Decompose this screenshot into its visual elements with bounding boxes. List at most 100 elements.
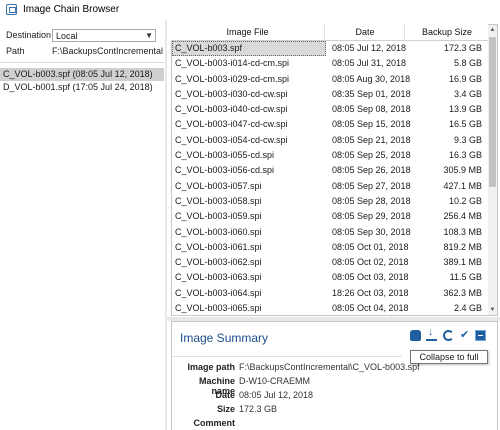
vertical-splitter[interactable] bbox=[165, 20, 167, 430]
field-value: D-W10-CRAEMM bbox=[239, 376, 310, 386]
table-header: Image File Date Backup Size bbox=[171, 24, 488, 41]
column-header-image-file[interactable]: Image File bbox=[171, 24, 324, 40]
cell-backup-size: 16.5 GB bbox=[448, 119, 482, 130]
cell-image-file: C_VOL-b003-i029-cd-cm.spi bbox=[175, 73, 290, 84]
cell-date: 08:05 Sep 21, 2018 bbox=[332, 134, 411, 145]
table-row[interactable]: C_VOL-b003-i040-cd-cw.spi 08:05 Sep 08, 2… bbox=[172, 102, 488, 117]
field-value: F:\BackupsContIncremental\C_VOL-b003.spf bbox=[239, 362, 420, 372]
cell-date: 08:05 Sep 26, 2018 bbox=[332, 165, 411, 176]
cell-date: 08:05 Oct 04, 2018 bbox=[332, 303, 409, 314]
download-icon[interactable] bbox=[426, 327, 437, 341]
database-icon[interactable] bbox=[410, 330, 421, 341]
tooltip: Collapse to full bbox=[410, 350, 488, 364]
cell-image-file: C_VOL-b003-i063.spi bbox=[175, 272, 262, 283]
field-label: Date bbox=[215, 390, 235, 400]
cell-image-file: C_VOL-b003-i058.spi bbox=[175, 195, 262, 206]
table-row[interactable]: C_VOL-b003-i063.spi 08:05 Oct 03, 2018 11.… bbox=[172, 270, 488, 285]
table-row[interactable]: C_VOL-b003-i058.spi 08:05 Sep 28, 2018 10.… bbox=[172, 194, 488, 209]
cell-date: 08:05 Oct 02, 2018 bbox=[332, 257, 409, 268]
cell-image-file: C_VOL-b003-i065.spi bbox=[175, 303, 262, 314]
divider bbox=[0, 62, 165, 63]
vertical-scrollbar[interactable]: ▲ ▼ bbox=[488, 25, 497, 315]
chevron-down-icon: ▼ bbox=[145, 31, 153, 40]
table-row[interactable]: C_VOL-b003-i061.spi 08:05 Oct 01, 2018 819… bbox=[172, 240, 488, 255]
table-row[interactable]: C_VOL-b003-i056-cd.spi 08:05 Sep 26, 2018… bbox=[172, 163, 488, 178]
cell-date: 08:05 Oct 03, 2018 bbox=[332, 272, 409, 283]
table-row[interactable]: C_VOL-b003-i014-cd-cm.spi 08:05 Jul 31, 2… bbox=[172, 56, 488, 71]
table-row[interactable]: C_VOL-b003-i059.spi 08:05 Sep 29, 2018 256… bbox=[172, 209, 488, 224]
table-row[interactable]: C_VOL-b003-i047-cd-cw.spi 08:05 Sep 15, 2… bbox=[172, 117, 488, 132]
chain-item[interactable]: C_VOL-b003.spf (08:05 Jul 12, 2018) bbox=[0, 68, 164, 81]
column-header-date[interactable]: Date bbox=[324, 24, 405, 40]
cell-image-file: C_VOL-b003-i064.spi bbox=[175, 287, 262, 298]
cell-date: 08:05 Sep 15, 2018 bbox=[332, 119, 411, 130]
cell-backup-size: 16.3 GB bbox=[448, 150, 482, 161]
field-value: 08:05 Jul 12, 2018 bbox=[239, 390, 314, 400]
cell-image-file: C_VOL-b003-i030-cd-cw.spi bbox=[175, 88, 288, 99]
cell-image-file: C_VOL-b003-i040-cd-cw.spi bbox=[175, 104, 288, 115]
table-row[interactable]: C_VOL-b003-i057.spi 08:05 Sep 27, 2018 427… bbox=[172, 179, 488, 194]
cell-image-file: C_VOL-b003-i055-cd.spi bbox=[175, 150, 275, 161]
table-body: C_VOL-b003.spf 08:05 Jul 12, 2018 172.3 GB… bbox=[172, 41, 488, 315]
cell-image-file: C_VOL-b003-i059.spi bbox=[175, 211, 262, 222]
cell-backup-size: 108.3 MB bbox=[443, 226, 482, 237]
table-row[interactable]: C_VOL-b003-i054-cd-cw.spi 08:05 Sep 21, 2… bbox=[172, 133, 488, 148]
column-header-backup-size[interactable]: Backup Size bbox=[404, 24, 489, 40]
cell-date: 08:05 Oct 01, 2018 bbox=[332, 241, 409, 252]
table-row[interactable]: C_VOL-b003.spf 08:05 Jul 12, 2018 172.3 GB bbox=[172, 41, 488, 56]
table-row[interactable]: C_VOL-b003-i065.spi 08:05 Oct 04, 2018 2.4… bbox=[172, 301, 488, 315]
path-label: Path bbox=[6, 46, 25, 56]
table-row[interactable]: C_VOL-b003-i055-cd.spi 08:05 Sep 25, 2018… bbox=[172, 148, 488, 163]
table-row[interactable]: C_VOL-b003-i064.spi 18:26 Oct 03, 2018 362… bbox=[172, 286, 488, 301]
cell-date: 18:26 Oct 03, 2018 bbox=[332, 287, 409, 298]
cell-image-file: C_VOL-b003-i056-cd.spi bbox=[175, 165, 275, 176]
window-title: Image Chain Browser bbox=[23, 4, 120, 15]
table-row[interactable]: C_VOL-b003-i029-cd-cm.spi 08:05 Aug 30, 2… bbox=[172, 72, 488, 87]
cell-backup-size: 13.9 GB bbox=[448, 104, 482, 115]
title-bar: Image Chain Browser bbox=[0, 0, 500, 20]
cell-image-file: C_VOL-b003-i057.spi bbox=[175, 180, 262, 191]
destination-select[interactable]: Local ▼ bbox=[52, 29, 156, 42]
destination-value: Local bbox=[56, 31, 78, 41]
table-row[interactable]: C_VOL-b003-i060.spi 08:05 Sep 30, 2018 108… bbox=[172, 225, 488, 240]
destination-label: Destination bbox=[6, 30, 52, 40]
cell-backup-size: 11.5 GB bbox=[449, 272, 482, 283]
cell-date: 08:05 Sep 29, 2018 bbox=[332, 211, 411, 222]
cell-backup-size: 5.8 GB bbox=[453, 58, 482, 69]
cell-date: 08:35 Sep 01, 2018 bbox=[332, 88, 411, 99]
field-label: Comment bbox=[193, 418, 235, 428]
cell-backup-size: 9.3 GB bbox=[453, 134, 482, 145]
cell-date: 08:05 Sep 27, 2018 bbox=[332, 180, 411, 191]
cell-backup-size: 305.9 MB bbox=[443, 165, 482, 176]
cell-image-file: C_VOL-b003-i062.spi bbox=[175, 257, 262, 268]
scroll-thumb[interactable] bbox=[489, 37, 496, 187]
cell-image-file: C_VOL-b003-i054-cd-cw.spi bbox=[175, 134, 288, 145]
cell-backup-size: 819.2 MB bbox=[443, 241, 482, 252]
cell-backup-size: 256.4 MB bbox=[443, 211, 482, 222]
table-row[interactable]: C_VOL-b003-i062.spi 08:05 Oct 02, 2018 389… bbox=[172, 255, 488, 270]
refresh-icon[interactable] bbox=[443, 330, 454, 341]
chain-item[interactable]: D_VOL-b001.spf (17:05 Jul 24, 2018) bbox=[0, 81, 164, 94]
cell-date: 08:05 Sep 28, 2018 bbox=[332, 195, 411, 206]
cell-image-file: C_VOL-b003.spf bbox=[172, 41, 326, 56]
scroll-down-icon[interactable]: ▼ bbox=[488, 305, 497, 315]
cell-backup-size: 2.4 GB bbox=[453, 303, 482, 314]
app-icon bbox=[6, 4, 17, 15]
cell-image-file: C_VOL-b003-i047-cd-cw.spi bbox=[175, 119, 288, 130]
table-row[interactable]: C_VOL-b003-i030-cd-cw.spi 08:35 Sep 01, 2… bbox=[172, 87, 488, 102]
cell-backup-size: 10.2 GB bbox=[448, 195, 482, 206]
field-label: Size bbox=[216, 404, 235, 414]
cell-backup-size: 427.1 MB bbox=[443, 180, 482, 191]
check-icon[interactable] bbox=[459, 328, 470, 341]
cell-date: 08:05 Sep 08, 2018 bbox=[332, 104, 411, 115]
scroll-up-icon[interactable]: ▲ bbox=[488, 25, 497, 35]
cell-date: 08:05 Sep 30, 2018 bbox=[332, 226, 411, 237]
field-value: 172.3 GB bbox=[239, 404, 278, 414]
cell-backup-size: 172.3 GB bbox=[443, 43, 482, 53]
collapse-icon[interactable] bbox=[475, 330, 486, 341]
summary-title: Image Summary bbox=[180, 331, 269, 345]
path-value: F:\BackupsContIncremental bbox=[52, 46, 164, 56]
cell-image-file: C_VOL-b003-i014-cd-cm.spi bbox=[175, 58, 290, 69]
field-label: Image path bbox=[187, 362, 235, 372]
cell-image-file: C_VOL-b003-i061.spi bbox=[175, 241, 262, 252]
